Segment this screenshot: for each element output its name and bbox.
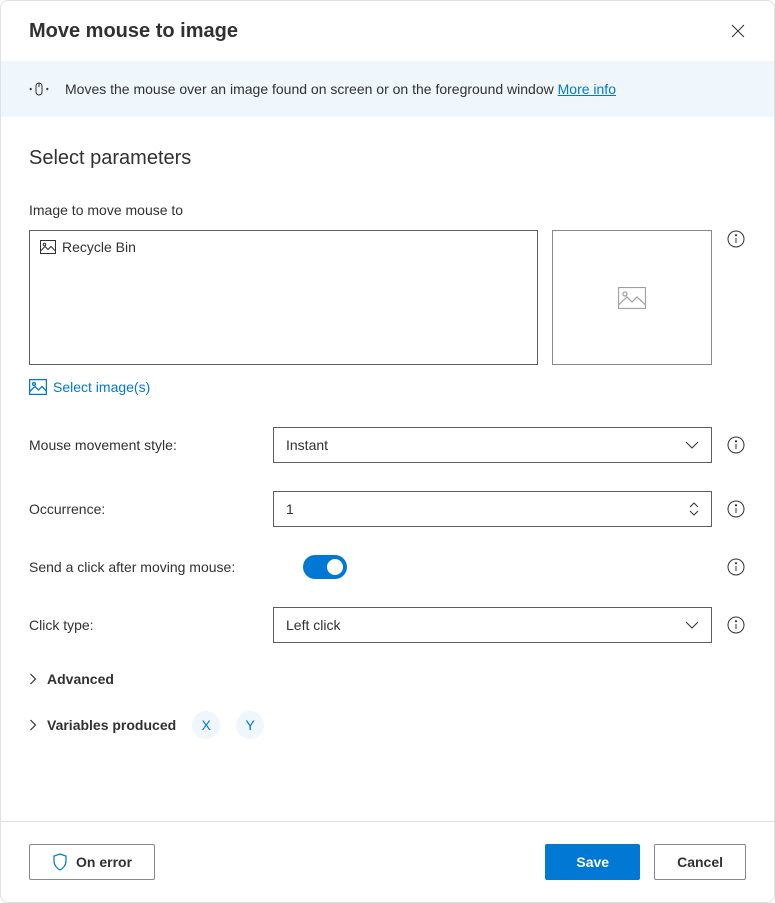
image-info-button[interactable] <box>726 230 746 248</box>
image-item-label: Recycle Bin <box>62 239 136 255</box>
dialog-header: Move mouse to image <box>1 1 774 61</box>
image-field-label: Image to move mouse to <box>29 202 746 218</box>
placeholder-image-icon <box>618 287 646 309</box>
shield-icon <box>52 853 68 871</box>
chevron-right-icon <box>29 673 37 685</box>
click-type-select[interactable]: Left click <box>273 607 712 643</box>
chevron-down-icon[interactable] <box>689 510 699 516</box>
move-mouse-icon <box>29 79 49 99</box>
chevron-right-icon <box>29 719 37 731</box>
dialog-title: Move mouse to image <box>29 20 238 43</box>
send-click-label: Send a click after moving mouse: <box>29 559 289 575</box>
advanced-expander[interactable]: Advanced <box>29 671 746 687</box>
info-icon <box>727 500 745 518</box>
variable-badge-y[interactable]: Y <box>236 711 264 739</box>
more-info-link[interactable]: More info <box>558 81 616 97</box>
variables-expander[interactable]: Variables produced X Y <box>29 711 746 739</box>
select-images-link[interactable]: Select image(s) <box>29 379 150 395</box>
chevron-down-icon <box>685 441 699 449</box>
image-preview <box>552 230 712 365</box>
image-icon <box>29 379 47 395</box>
info-icon <box>727 558 745 576</box>
info-icon <box>727 230 745 248</box>
image-icon <box>40 240 56 254</box>
send-click-toggle[interactable] <box>303 555 347 579</box>
dialog-footer: On error Save Cancel <box>1 821 774 902</box>
click-type-info[interactable] <box>726 616 746 634</box>
info-text: Moves the mouse over an image found on s… <box>65 81 616 97</box>
movement-style-select[interactable]: Instant <box>273 427 712 463</box>
info-icon <box>727 616 745 634</box>
movement-style-info[interactable] <box>726 436 746 454</box>
click-type-label: Click type: <box>29 617 259 633</box>
image-list[interactable]: Recycle Bin <box>29 230 538 365</box>
info-bar: Moves the mouse over an image found on s… <box>1 61 774 117</box>
occurrence-input[interactable]: 1 <box>273 491 712 527</box>
section-title: Select parameters <box>29 147 746 170</box>
cancel-button[interactable]: Cancel <box>654 844 746 880</box>
occurrence-info[interactable] <box>726 500 746 518</box>
image-list-item[interactable]: Recycle Bin <box>40 239 527 255</box>
save-button[interactable]: Save <box>545 844 640 880</box>
send-click-info[interactable] <box>726 558 746 576</box>
close-icon <box>730 23 746 39</box>
toggle-thumb <box>327 559 343 575</box>
variable-badge-x[interactable]: X <box>192 711 220 739</box>
info-icon <box>727 436 745 454</box>
movement-style-label: Mouse movement style: <box>29 437 259 453</box>
on-error-button[interactable]: On error <box>29 844 155 880</box>
close-button[interactable] <box>726 19 750 43</box>
chevron-down-icon <box>685 621 699 629</box>
content-area: Select parameters Image to move mouse to… <box>1 117 774 821</box>
occurrence-label: Occurrence: <box>29 501 259 517</box>
chevron-up-icon[interactable] <box>689 502 699 508</box>
